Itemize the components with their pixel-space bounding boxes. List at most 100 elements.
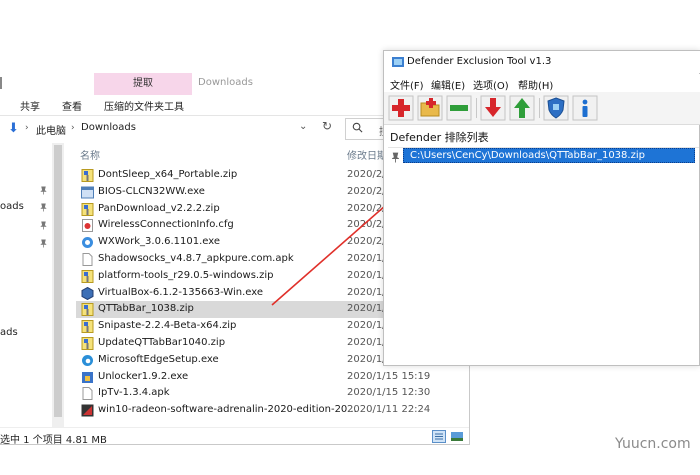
zip-icon xyxy=(81,169,94,182)
exe-icon xyxy=(81,186,94,199)
zip-icon xyxy=(81,303,94,317)
file-name: Unlocker1.9.2.exe xyxy=(98,370,189,382)
edge-icon xyxy=(82,354,93,366)
add-folder-icon[interactable] xyxy=(417,95,443,121)
window-edge xyxy=(0,77,2,89)
zip-icon xyxy=(81,202,94,216)
file-date: 2020/1/ xyxy=(347,303,386,315)
file-date: 2020/1/ xyxy=(347,269,386,281)
exclusion-list-label: Defender 排除列表 xyxy=(390,131,489,144)
defender-icon[interactable] xyxy=(543,95,569,121)
file-name: PanDownload_v2.2.2.zip xyxy=(98,202,220,214)
file-date: 2020/1/ xyxy=(347,353,386,365)
file-date: 2020/1/ xyxy=(347,253,386,264)
large-icons-view-icon[interactable] xyxy=(450,430,464,443)
pin-icon[interactable] xyxy=(39,203,48,212)
up-arrow-icon[interactable]: ⬇ xyxy=(8,122,22,136)
navigation-pane: oads ads xyxy=(0,143,52,427)
tab-compressed-tools[interactable]: 压缩的文件夹工具 xyxy=(104,98,184,113)
tool-title: Defender Exclusion Tool v1.3 xyxy=(407,56,552,67)
file-name: MicrosoftEdgeSetup.exe xyxy=(98,353,219,365)
file-name: BIOS-CLCN32WW.exe xyxy=(98,185,205,197)
file-date: 2020/2/ xyxy=(347,185,386,197)
file-name: IpTv-1.3.4.apk xyxy=(98,387,170,399)
file-row[interactable]: Unlocker1.9.2.exe 2020/1/15 15:19 xyxy=(76,369,469,386)
exclusion-item[interactable]: C:\Users\CenCy\Downloads\QTTabBar_1038.z… xyxy=(403,148,695,163)
search-icon xyxy=(352,122,363,133)
menu-options[interactable]: 选项(O) xyxy=(473,77,509,92)
file-name: Snipaste-2.2.4-Beta-x64.zip xyxy=(98,320,237,332)
file-row[interactable]: win10-radeon-software-adrenalin-2020-edi… xyxy=(76,402,469,419)
file-date: 2020/1/15 12:30 xyxy=(347,387,431,399)
file-date: 2020/1/ xyxy=(347,320,386,332)
exclusion-list: C:\Users\CenCy\Downloads\QTTabBar_1038.z… xyxy=(388,147,699,363)
file-date: 2020/1/ xyxy=(347,337,386,348)
file-name: win10-radeon-software-adrenalin-2020-edi… xyxy=(98,404,357,416)
file-icon xyxy=(82,253,93,266)
tool-titlebar: Defender Exclusion Tool v1.3 xyxy=(384,51,700,73)
chevron-right-icon[interactable]: › xyxy=(71,123,75,133)
nav-item-downloads[interactable]: oads xyxy=(0,201,24,212)
file-name: WirelessConnectionInfo.cfg xyxy=(98,219,234,231)
toolbar-separator xyxy=(539,98,540,118)
nav-scrollbar-thumb[interactable] xyxy=(54,145,62,417)
file-name: QTTabBar_1038.zip xyxy=(98,303,194,315)
wxwork-icon xyxy=(82,237,93,249)
watermark: Yuucn.com xyxy=(615,436,691,452)
window-title: Downloads xyxy=(198,77,253,88)
file-name: platform-tools_r29.0.5-windows.zip xyxy=(98,269,274,281)
status-text: 选中 1 个项目 4.81 MB xyxy=(0,435,107,445)
zip-icon xyxy=(81,320,94,334)
chevron-down-icon[interactable]: ⌄ xyxy=(299,121,307,132)
info-icon[interactable] xyxy=(572,95,598,121)
toolbar-separator xyxy=(476,98,477,118)
file-row[interactable]: IpTv-1.3.4.apk 2020/1/15 12:30 xyxy=(76,385,469,402)
pin-icon[interactable] xyxy=(39,186,48,195)
refresh-icon[interactable]: ↻ xyxy=(322,119,332,133)
status-bar: 选中 1 个项目 4.81 MB xyxy=(0,427,469,445)
menu-bar: 文件(F) 编辑(E) 选项(O) 帮助(H) xyxy=(384,74,700,92)
column-header-name[interactable]: 名称 xyxy=(80,147,100,162)
pin-icon xyxy=(392,152,399,163)
zip-icon xyxy=(81,337,94,350)
add-icon[interactable] xyxy=(388,95,414,121)
zip-icon xyxy=(81,269,94,283)
tab-extract[interactable]: 提取 xyxy=(94,73,192,95)
file-date: 2020/1/15 15:19 xyxy=(347,370,431,382)
remove-icon[interactable] xyxy=(446,95,472,121)
menu-edit[interactable]: 编辑(E) xyxy=(431,77,465,92)
pin-icon[interactable] xyxy=(39,239,48,248)
exclusion-path: C:\Users\CenCy\Downloads\QTTabBar_1038.z… xyxy=(410,150,645,161)
installer-icon xyxy=(81,404,94,417)
tab-share[interactable]: 共享 xyxy=(20,98,40,113)
defender-tool-window: Defender Exclusion Tool v1.3 文件(F) 编辑(E)… xyxy=(383,50,700,366)
export-icon[interactable] xyxy=(509,95,535,121)
file-date: 2020/1/11 22:24 xyxy=(347,404,431,416)
nav-item-downloads-2[interactable]: ads xyxy=(0,327,18,338)
chevron-right-icon[interactable]: › xyxy=(25,123,29,133)
breadcrumb-this-pc[interactable]: 此电脑 xyxy=(36,122,66,137)
menu-file[interactable]: 文件(F) xyxy=(390,77,424,92)
import-icon[interactable] xyxy=(480,95,506,121)
file-name: VirtualBox-6.1.2-135663-Win.exe xyxy=(98,286,264,298)
file-date: 2020/2/ xyxy=(347,202,386,214)
details-view-icon[interactable] xyxy=(432,430,446,443)
file-icon xyxy=(82,387,93,401)
menu-help[interactable]: 帮助(H) xyxy=(518,77,553,92)
virtualbox-icon xyxy=(81,286,94,300)
file-date: 2020/2/ xyxy=(347,236,386,248)
tab-view[interactable]: 查看 xyxy=(62,98,82,113)
unlocker-icon xyxy=(82,371,93,383)
cfg-icon xyxy=(82,219,93,233)
file-name: UpdateQTTabBar1040.zip xyxy=(98,337,226,348)
file-name: WXWork_3.0.6.1101.exe xyxy=(98,236,221,248)
column-header-date[interactable]: 修改日期 xyxy=(347,147,387,162)
pin-icon[interactable] xyxy=(39,221,48,230)
breadcrumb-downloads[interactable]: Downloads xyxy=(81,122,136,133)
file-date: 2020/1/ xyxy=(347,286,386,298)
file-name: Shadowsocks_v4.8.7_apkpure.com.apk xyxy=(98,253,294,264)
file-date: 2020/2/ xyxy=(347,219,386,231)
toolbar xyxy=(384,92,700,125)
app-icon xyxy=(392,57,404,67)
file-date: 2020/2/ xyxy=(347,169,386,180)
